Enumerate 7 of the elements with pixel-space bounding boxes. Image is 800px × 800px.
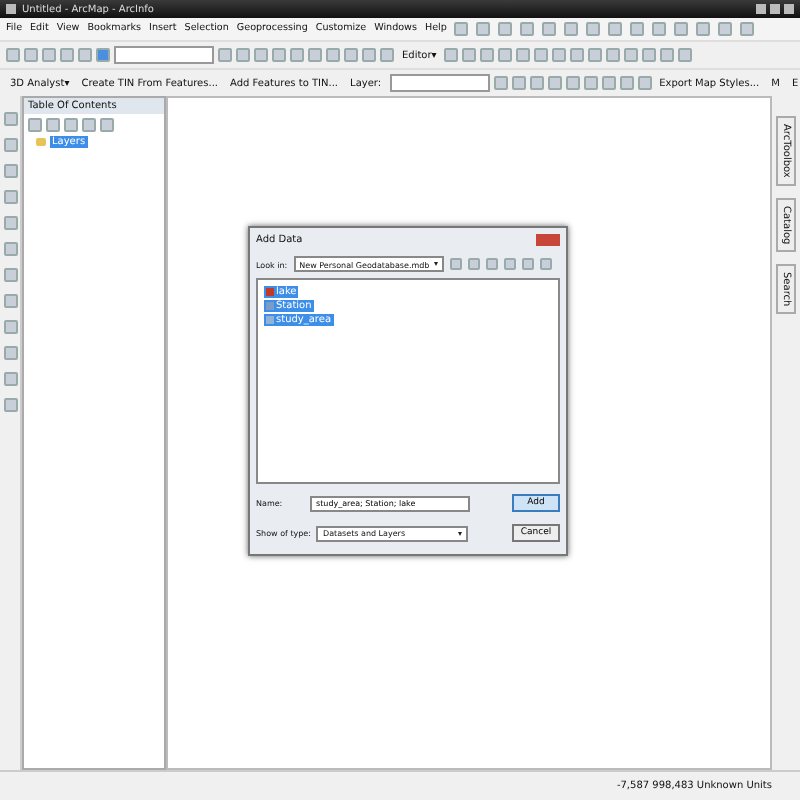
layer-dropdown[interactable] [389,74,490,92]
close-button[interactable] [536,233,560,245]
caret-icon [458,531,463,535]
caret-icon [433,262,438,266]
scale-dropdown[interactable] [114,46,214,64]
app-icon [6,4,16,14]
layers-icon [36,138,46,146]
